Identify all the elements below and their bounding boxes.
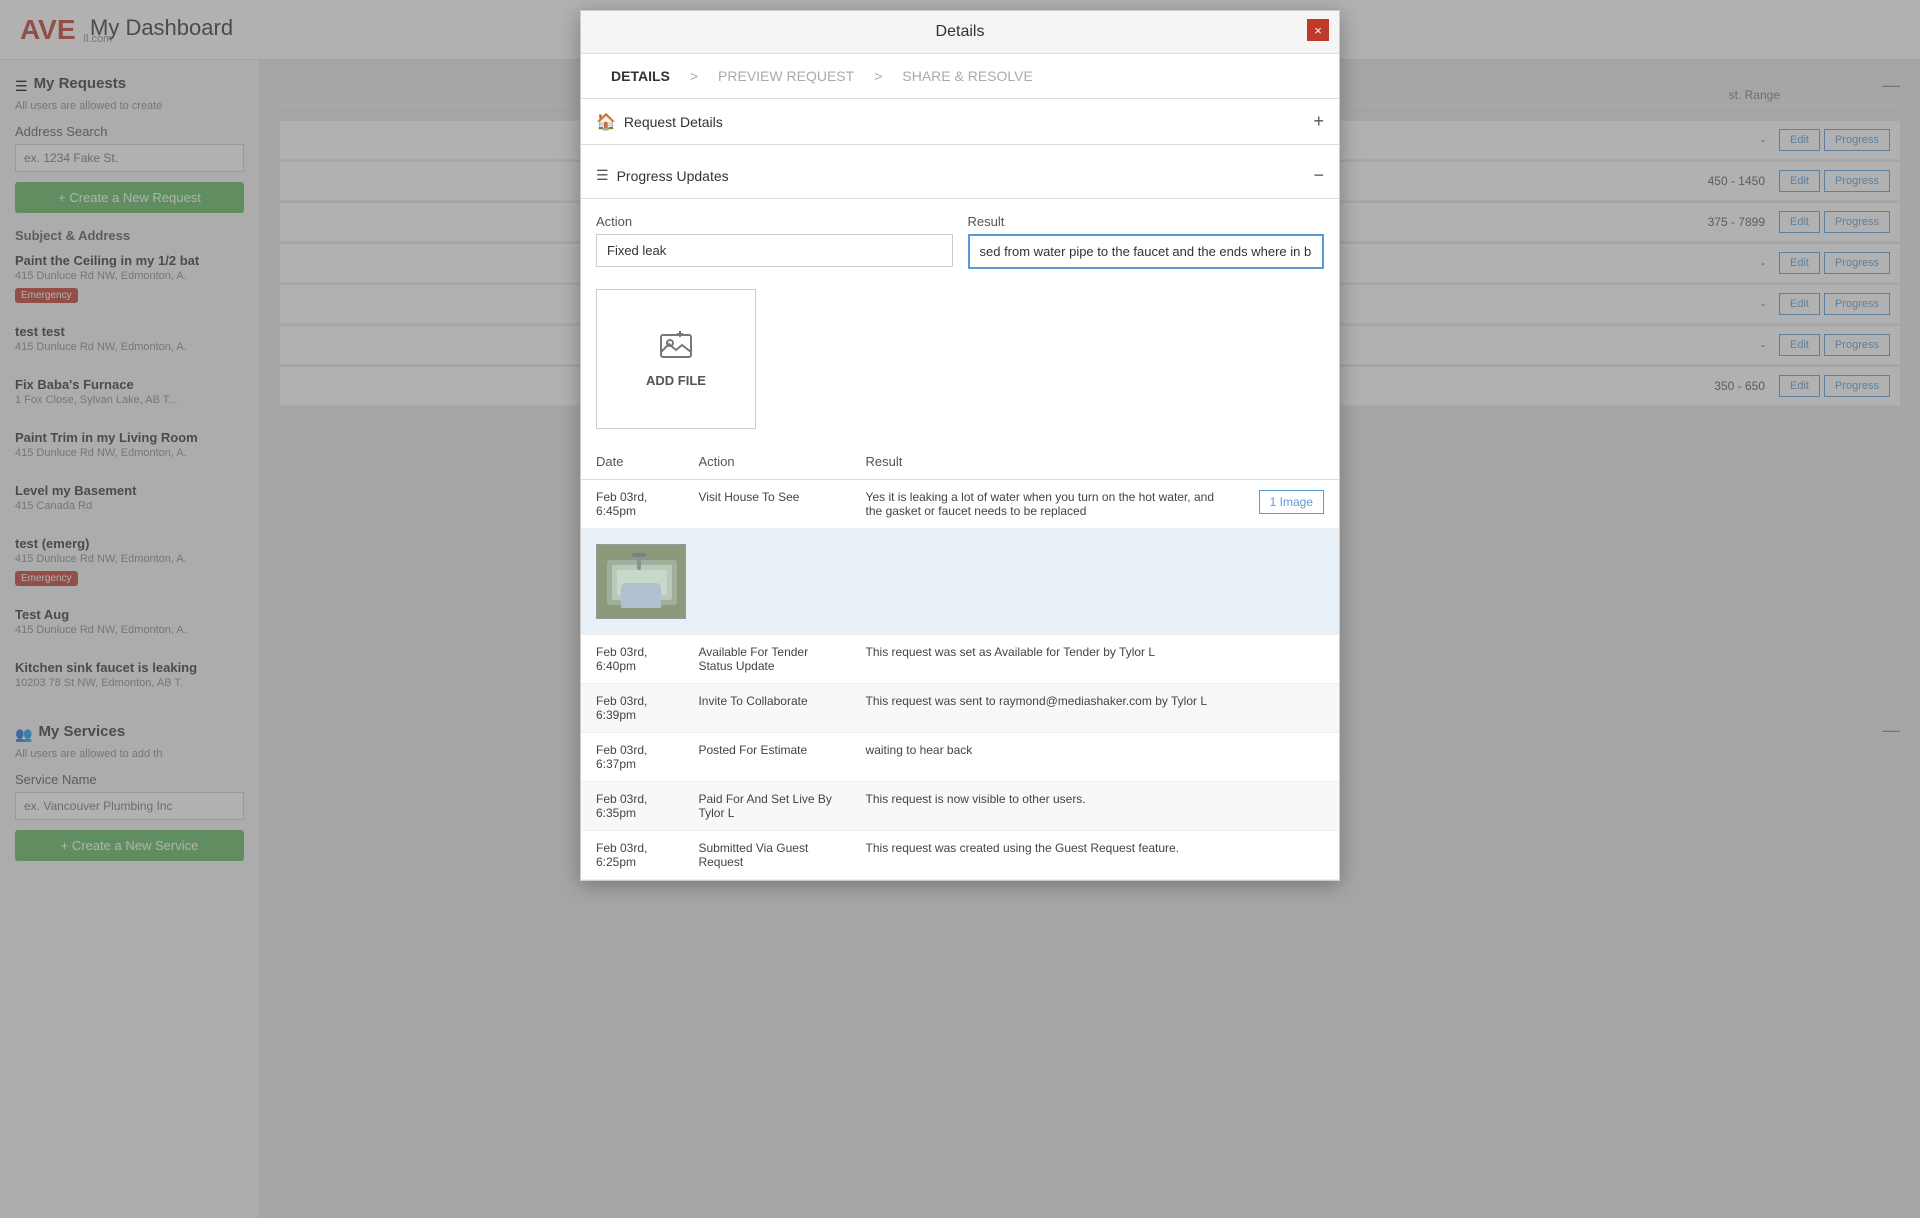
progress-icon: ☰ xyxy=(596,167,609,184)
row-result: This request was created using the Guest… xyxy=(851,831,1339,880)
row-date: Feb 03rd, 6:39pm xyxy=(581,684,683,733)
row-action: Invite To Collaborate xyxy=(683,684,850,733)
result-label: Result xyxy=(968,214,1325,229)
row-image-cell: 1 Image xyxy=(1244,480,1339,529)
progress-updates-section-header: ☰ Progress Updates − xyxy=(581,153,1339,199)
image-thumbnail[interactable] xyxy=(596,544,686,619)
col-action-header: Action xyxy=(683,444,850,480)
row-action: Paid For And Set Live By Tylor L xyxy=(683,782,850,831)
row-action: Submitted Via Guest Request xyxy=(683,831,850,880)
details-modal: Details × DETAILS > PREVIEW REQUEST > SH… xyxy=(580,10,1340,881)
row-date: Feb 03rd, 6:40pm xyxy=(581,635,683,684)
step-arrow-1: > xyxy=(690,68,698,84)
modal-steps: DETAILS > PREVIEW REQUEST > SHARE & RESO… xyxy=(581,54,1339,99)
home-icon: 🏠 xyxy=(596,112,616,132)
modal-close-button[interactable]: × xyxy=(1307,19,1329,41)
result-form-group: Result xyxy=(968,214,1325,269)
step-details[interactable]: DETAILS xyxy=(611,68,670,84)
row-action: Posted For Estimate xyxy=(683,733,850,782)
image-preview-container xyxy=(581,529,1339,634)
progress-updates-label: Progress Updates xyxy=(617,168,1314,184)
image-upload-icon xyxy=(660,330,692,365)
step-arrow-2: > xyxy=(874,68,882,84)
row-result: This request is now visible to other use… xyxy=(851,782,1339,831)
action-input[interactable] xyxy=(596,234,953,267)
row-result: Yes it is leaking a lot of water when yo… xyxy=(851,480,1244,529)
step-share[interactable]: SHARE & RESOLVE xyxy=(902,68,1032,84)
row-date: Feb 03rd, 6:37pm xyxy=(581,733,683,782)
row-action: Visit House To See xyxy=(683,480,850,529)
col-image-header xyxy=(1244,444,1339,480)
modal-header: Details × xyxy=(581,11,1339,54)
action-form-group: Action xyxy=(596,214,953,269)
progress-table: Date Action Result Feb 03rd, 6:45pm Visi… xyxy=(581,444,1339,880)
row-action: Available For Tender Status Update xyxy=(683,635,850,684)
row-date: Feb 03rd, 6:45pm xyxy=(581,480,683,529)
request-details-label: Request Details xyxy=(624,114,1314,130)
collapse-progress-button[interactable]: − xyxy=(1313,165,1324,186)
image-preview-cell xyxy=(581,529,1339,635)
row-date: Feb 03rd, 6:25pm xyxy=(581,831,683,880)
row-result: This request was set as Available for Te… xyxy=(851,635,1339,684)
add-file-label: ADD FILE xyxy=(646,373,706,388)
col-date-header: Date xyxy=(581,444,683,480)
request-details-section-header: 🏠 Request Details + xyxy=(581,99,1339,145)
action-label: Action xyxy=(596,214,953,229)
sink-image xyxy=(597,545,685,618)
col-result-header: Result xyxy=(851,444,1244,480)
modal-body: 🏠 Request Details + ☰ Progress Updates −… xyxy=(581,99,1339,880)
result-input[interactable] xyxy=(968,234,1325,269)
view-image-button[interactable]: 1 Image xyxy=(1259,490,1324,514)
expand-request-details-button[interactable]: + xyxy=(1313,111,1324,132)
row-date: Feb 03rd, 6:35pm xyxy=(581,782,683,831)
step-preview[interactable]: PREVIEW REQUEST xyxy=(718,68,854,84)
add-file-button[interactable]: ADD FILE xyxy=(596,289,756,429)
image-preview-row xyxy=(581,529,1339,635)
action-result-form: Action Result xyxy=(581,199,1339,279)
table-row: Feb 03rd, 6:37pm Posted For Estimate wai… xyxy=(581,733,1339,782)
table-row: Feb 03rd, 6:39pm Invite To Collaborate T… xyxy=(581,684,1339,733)
row-result: waiting to hear back xyxy=(851,733,1339,782)
table-row: Feb 03rd, 6:45pm Visit House To See Yes … xyxy=(581,480,1339,529)
row-result: This request was sent to raymond@mediash… xyxy=(851,684,1339,733)
modal-title: Details xyxy=(936,23,985,41)
table-row: Feb 03rd, 6:40pm Available For Tender St… xyxy=(581,635,1339,684)
table-row: Feb 03rd, 6:25pm Submitted Via Guest Req… xyxy=(581,831,1339,880)
table-row: Feb 03rd, 6:35pm Paid For And Set Live B… xyxy=(581,782,1339,831)
